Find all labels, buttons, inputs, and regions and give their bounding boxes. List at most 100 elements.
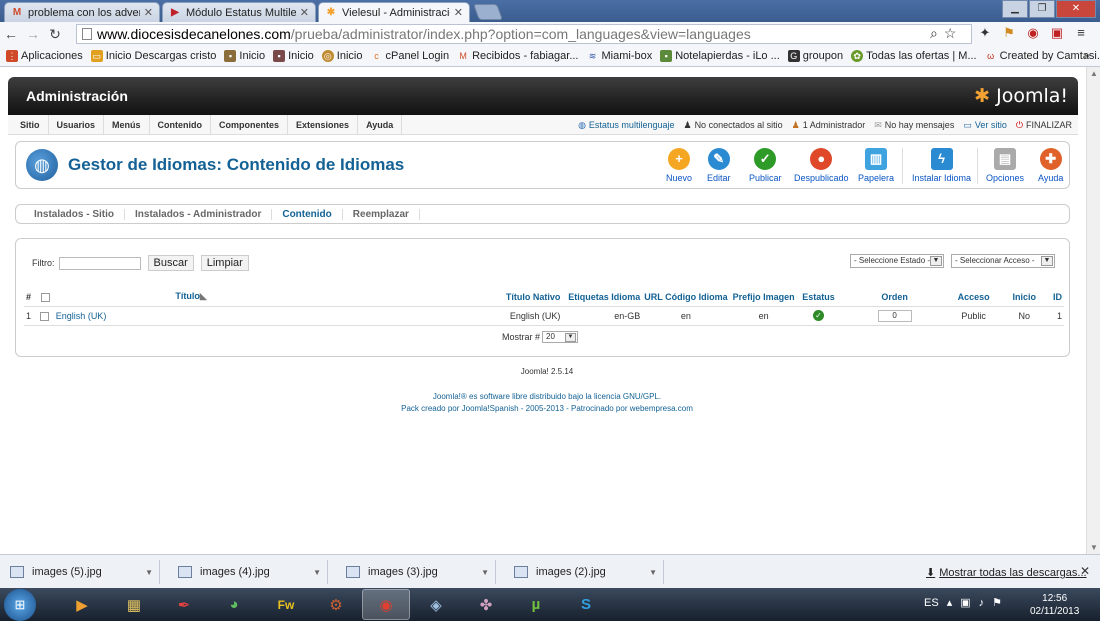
menu-item-sitio[interactable]: Sitio — [12, 114, 49, 135]
tab-content[interactable]: Contenido — [272, 208, 343, 220]
chevron-down-icon[interactable]: ▼ — [313, 568, 321, 577]
scroll-down-icon[interactable]: ▼ — [1090, 543, 1098, 552]
volume-icon[interactable]: ♪ — [979, 597, 985, 609]
minimize-icon[interactable]: ▁ — [1002, 0, 1028, 18]
paint-icon[interactable]: ◕ — [210, 589, 258, 620]
paint-palette-icon[interactable]: ◈ — [412, 589, 460, 620]
row-checkbox[interactable] — [37, 306, 54, 326]
download-item[interactable]: images (5).jpg ▼ — [0, 560, 160, 584]
flag-icon[interactable]: ⚑ — [992, 596, 1002, 609]
address-bar[interactable]: www.diocesisdecanelones.com/prueba/admin… — [76, 24, 972, 44]
new-button[interactable]: + Nuevo — [666, 145, 692, 183]
status-multilanguage[interactable]: ◍ Estatus multilenguaje — [578, 120, 674, 131]
install-language-button[interactable]: ϟ Instalar Idioma — [912, 145, 971, 183]
fireworks-icon[interactable]: Fw — [262, 589, 310, 620]
tab-installed-site[interactable]: Instalados - Sitio — [24, 208, 126, 220]
bookmark-item[interactable]: ω Created by Camtasi... — [985, 50, 1100, 62]
pdf-icon[interactable]: ▣ — [1048, 24, 1066, 42]
menu-item-extensiones[interactable]: Extensiones — [288, 114, 359, 135]
chrome-icon[interactable]: ◉ — [362, 589, 410, 620]
help-button[interactable]: ✚ Ayuda — [1038, 145, 1063, 183]
pen-icon[interactable]: ✒ — [160, 589, 208, 620]
more-bookmarks-icon[interactable]: » — [1084, 50, 1090, 62]
bookmark-item[interactable]: ⋮ Aplicaciones — [6, 50, 83, 62]
search-icon[interactable]: ⌕ — [930, 25, 938, 42]
column-header[interactable]: Acceso — [949, 288, 998, 307]
star-icon[interactable]: ☆ — [944, 25, 957, 42]
explorer-icon[interactable]: ▦ — [110, 589, 158, 620]
bookmark-item[interactable]: c cPanel Login — [370, 50, 449, 62]
download-item[interactable]: images (4).jpg ▼ — [168, 560, 328, 584]
access-select[interactable]: - Seleccionar Acceso - ▼ — [951, 254, 1055, 268]
chevron-up-icon[interactable]: ▴ — [947, 596, 953, 609]
limit-select[interactable]: 20 ▼ — [542, 331, 579, 343]
reload-icon[interactable]: ↻ — [44, 23, 66, 45]
clear-button[interactable]: Limpiar — [200, 255, 249, 271]
column-header[interactable]: Título Nativo — [328, 288, 563, 307]
start-button[interactable]: ⊞ — [4, 589, 36, 621]
tab-overrides[interactable]: Reemplazar — [343, 208, 420, 220]
filter-input[interactable] — [58, 256, 141, 270]
close-icon[interactable]: ✕ — [144, 6, 153, 19]
back-icon[interactable]: ← — [0, 23, 22, 45]
browser-tab-active[interactable]: ✱ Vielesul - Administración ✕ — [318, 2, 470, 22]
clock[interactable]: 12:56 02/11/2013 — [1030, 592, 1079, 618]
skype-icon[interactable]: S — [562, 589, 610, 620]
opera-icon[interactable]: ◉ — [1024, 24, 1042, 42]
chevron-down-icon[interactable]: ▼ — [649, 568, 657, 577]
menu-item-contenido[interactable]: Contenido — [150, 114, 212, 135]
unpublish-button[interactable]: ● Despublicado — [794, 145, 849, 183]
bookmark-item[interactable]: ≋ Miami-box — [586, 50, 653, 62]
scroll-up-icon[interactable]: ▲ — [1090, 69, 1098, 78]
column-header[interactable]: ID — [1051, 288, 1064, 307]
close-window-icon[interactable]: ✕ — [1056, 0, 1096, 18]
language-indicator[interactable]: ES — [924, 597, 939, 609]
view-site-link[interactable]: ▭ Ver sitio — [963, 120, 1007, 131]
menu-item-menus[interactable]: Menús — [104, 114, 150, 135]
menu-item-ayuda[interactable]: Ayuda — [358, 114, 403, 135]
download-item[interactable]: images (2).jpg ▼ — [504, 560, 664, 584]
bookmark-item[interactable]: ◎ Inicio — [321, 50, 362, 62]
browser-tab[interactable]: ▶ Módulo Estatus Multileng ✕ — [162, 2, 316, 22]
maximize-icon[interactable]: ❐ — [1029, 0, 1055, 18]
bookmark-item[interactable]: Ggroupon — [787, 50, 843, 62]
media-player-icon[interactable]: ▶ — [58, 589, 106, 620]
chevron-down-icon[interactable]: ▼ — [481, 568, 489, 577]
state-select[interactable]: - Seleccione Estado - ▼ — [850, 254, 944, 268]
column-header-title[interactable]: Título◣ — [53, 288, 329, 307]
edit-button[interactable]: ✎ Editar — [707, 145, 731, 183]
row-title-link[interactable]: English (UK) — [53, 306, 329, 326]
bookmark-item[interactable]: ▭ Inicio Descargas cristo — [90, 50, 216, 62]
select-all-checkbox[interactable] — [37, 288, 54, 307]
column-header[interactable]: Orden — [839, 288, 950, 307]
close-icon[interactable]: ✕ — [1080, 564, 1090, 578]
bookmark-item[interactable]: ▪ Inicio — [273, 50, 314, 62]
utorrent-icon[interactable]: µ — [512, 589, 560, 620]
trash-button[interactable]: ▥ Papelera — [858, 145, 894, 183]
extension-icon[interactable]: ✦ — [976, 24, 994, 42]
browser-tab[interactable]: M problema con los advert ✕ — [4, 2, 160, 22]
webempresa-link[interactable]: webempresa.com — [630, 404, 693, 413]
menu-icon[interactable]: ≡ — [1072, 24, 1090, 42]
network-icon[interactable]: ▣ — [960, 596, 970, 609]
bookmark-item[interactable]: ✿ Todas las ofertas | M... — [851, 50, 977, 62]
close-icon[interactable]: ✕ — [300, 6, 309, 19]
order-input[interactable]: 0 — [877, 309, 912, 322]
menu-item-componentes[interactable]: Componentes — [211, 114, 289, 135]
download-item[interactable]: images (3).jpg ▼ — [336, 560, 496, 584]
row-status-toggle[interactable]: ✓ — [797, 306, 840, 326]
logout-link[interactable]: ⏻ FINALIZAR — [1016, 120, 1072, 131]
tab-installed-admin[interactable]: Instalados - Administrador — [125, 208, 273, 220]
close-icon[interactable]: ✕ — [454, 6, 463, 19]
bookmark-item[interactable]: ▪ Notelapierdas - iLo ... — [660, 50, 780, 62]
menu-item-usuarios[interactable]: Usuarios — [49, 114, 105, 135]
column-header[interactable]: URL Código Idioma — [642, 288, 730, 307]
options-button[interactable]: ▤ Opciones — [986, 145, 1024, 183]
column-header[interactable]: Estatus — [797, 288, 840, 307]
bookmark-item[interactable]: M Recibidos - fabiagar... — [457, 50, 578, 62]
column-header[interactable]: Inicio — [997, 288, 1051, 307]
new-tab-button[interactable] — [473, 4, 503, 20]
chevron-down-icon[interactable]: ▼ — [145, 568, 153, 577]
search-button[interactable]: Buscar — [147, 255, 194, 271]
column-header[interactable]: Etiquetas Idioma — [562, 288, 643, 307]
